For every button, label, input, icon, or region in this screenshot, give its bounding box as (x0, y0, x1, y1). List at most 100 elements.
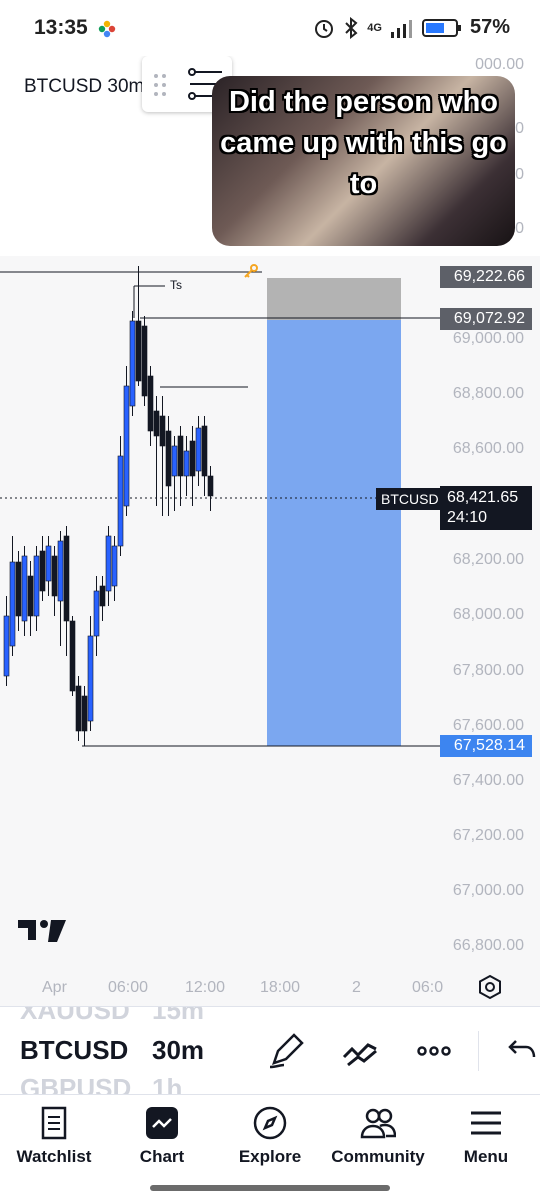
chart-icon (146, 1107, 178, 1139)
pencil-icon[interactable] (266, 1031, 306, 1071)
stop-loss-zone (267, 278, 401, 320)
home-indicator[interactable] (150, 1185, 390, 1191)
entry-price-tag: 69,072.92 (440, 308, 532, 330)
price-label: 67,800.00 (452, 662, 524, 679)
nav-label: Explore (238, 1147, 302, 1166)
tradingview-logo-icon (18, 920, 66, 942)
candle (15, 561, 22, 617)
nav-label: Menu (463, 1147, 509, 1166)
candle (57, 540, 64, 602)
candle (3, 615, 10, 677)
take-profit-zone (267, 320, 401, 746)
photos-icon (98, 20, 116, 38)
price-label: 68,000.00 (452, 606, 524, 623)
candle (201, 425, 208, 477)
candle (171, 445, 178, 477)
time-label: 06:0 (412, 979, 444, 996)
hamburger-icon (471, 1111, 501, 1135)
next-symbol[interactable]: GBPUSD (20, 1073, 131, 1094)
candle (51, 555, 58, 597)
candle (123, 385, 130, 507)
price-label: 66,800.00 (452, 937, 524, 954)
candle (69, 620, 76, 692)
bottom-navigation: Watchlist Chart Explore Community Menu (0, 1094, 540, 1200)
time-label: 2 (352, 979, 361, 996)
candle (135, 320, 142, 382)
candle (207, 475, 214, 497)
time-label: 12:00 (185, 979, 226, 996)
candle (129, 320, 136, 407)
nav-label: Watchlist (16, 1147, 92, 1166)
price-chart[interactable] (0, 56, 540, 1006)
candle (45, 545, 52, 582)
prev-interval[interactable]: 15m (152, 1007, 204, 1026)
candle (99, 585, 106, 607)
candle (147, 375, 154, 432)
battery-percent: 57% (469, 16, 510, 38)
candle (117, 455, 124, 547)
nav-watchlist[interactable]: Watchlist (0, 1095, 108, 1185)
bluetooth-icon (345, 16, 358, 39)
more-icon[interactable] (414, 1031, 454, 1071)
candle (189, 440, 196, 477)
current-interval[interactable]: 30m (152, 1035, 204, 1066)
candle (81, 695, 88, 732)
candle (111, 545, 118, 587)
nav-community[interactable]: Community (324, 1095, 432, 1185)
candle (33, 555, 40, 617)
price-label: 67,000.00 (452, 882, 524, 899)
symbol-tag: BTCUSD (376, 488, 444, 510)
candle (153, 410, 160, 437)
nav-label: Community (331, 1147, 425, 1166)
candle (195, 427, 202, 472)
list-icon (41, 1106, 67, 1140)
candle (63, 535, 70, 622)
battery-icon (421, 18, 461, 37)
candle (105, 535, 112, 592)
nav-menu[interactable]: Menu (432, 1095, 540, 1185)
price-label: 67,600.00 (452, 717, 524, 734)
time-axis[interactable]: Apr 06:00 12:00 18:00 2 06:0 (0, 965, 540, 1009)
symbol-selector-bar[interactable]: XAUUSD 15m BTCUSD 30m GBPUSD 1h (0, 1006, 540, 1094)
chart-canvas[interactable]: 000.00 .00 .00 .00 BTCUSD 30m Did the pe… (0, 56, 540, 1006)
nav-chart[interactable]: Chart (108, 1095, 216, 1185)
next-interval[interactable]: 1h (152, 1073, 182, 1094)
ts-label: Ts (170, 278, 182, 292)
status-bar: 13:35 4G 57% (0, 0, 540, 56)
prev-symbol[interactable]: XAUUSD (20, 1007, 130, 1026)
signal-icon (390, 19, 412, 38)
key-icon (244, 264, 258, 278)
people-icon (360, 1108, 396, 1139)
nav-label: Chart (139, 1147, 185, 1166)
status-icons: 4G 57% (313, 16, 510, 39)
bar-countdown: 24:10 (447, 509, 488, 526)
compass-icon (253, 1106, 287, 1140)
candle (75, 685, 82, 732)
current-symbol[interactable]: BTCUSD (20, 1035, 128, 1066)
stop-price-tag: 69,222.66 (440, 266, 532, 288)
candle (159, 415, 166, 447)
undo-icon[interactable] (500, 1031, 540, 1071)
network-type: 4G (367, 21, 382, 34)
price-label: 67,400.00 (452, 772, 524, 789)
toolbar-divider (478, 1031, 479, 1071)
price-label: 67,200.00 (452, 827, 524, 844)
candle (93, 590, 100, 637)
candle (165, 430, 172, 487)
time-label: Apr (42, 979, 67, 996)
status-time: 13:35 (34, 16, 88, 39)
candle (87, 635, 94, 722)
nav-explore[interactable]: Explore (216, 1095, 324, 1185)
chart-settings-icon[interactable] (476, 973, 504, 1001)
price-label: 68,600.00 (452, 440, 524, 457)
current-price: 68,421.65 (447, 489, 519, 506)
time-label: 18:00 (260, 979, 301, 996)
price-label: 69,000.00 (452, 330, 524, 347)
trend-tool-icon[interactable] (340, 1031, 380, 1071)
target-price-tag: 67,528.14 (440, 735, 532, 757)
current-price-tag: 68,421.65 24:10 (440, 486, 532, 530)
alarm-icon (315, 19, 334, 38)
candle (177, 435, 184, 477)
price-label: 68,200.00 (452, 551, 524, 568)
candle (27, 575, 34, 617)
